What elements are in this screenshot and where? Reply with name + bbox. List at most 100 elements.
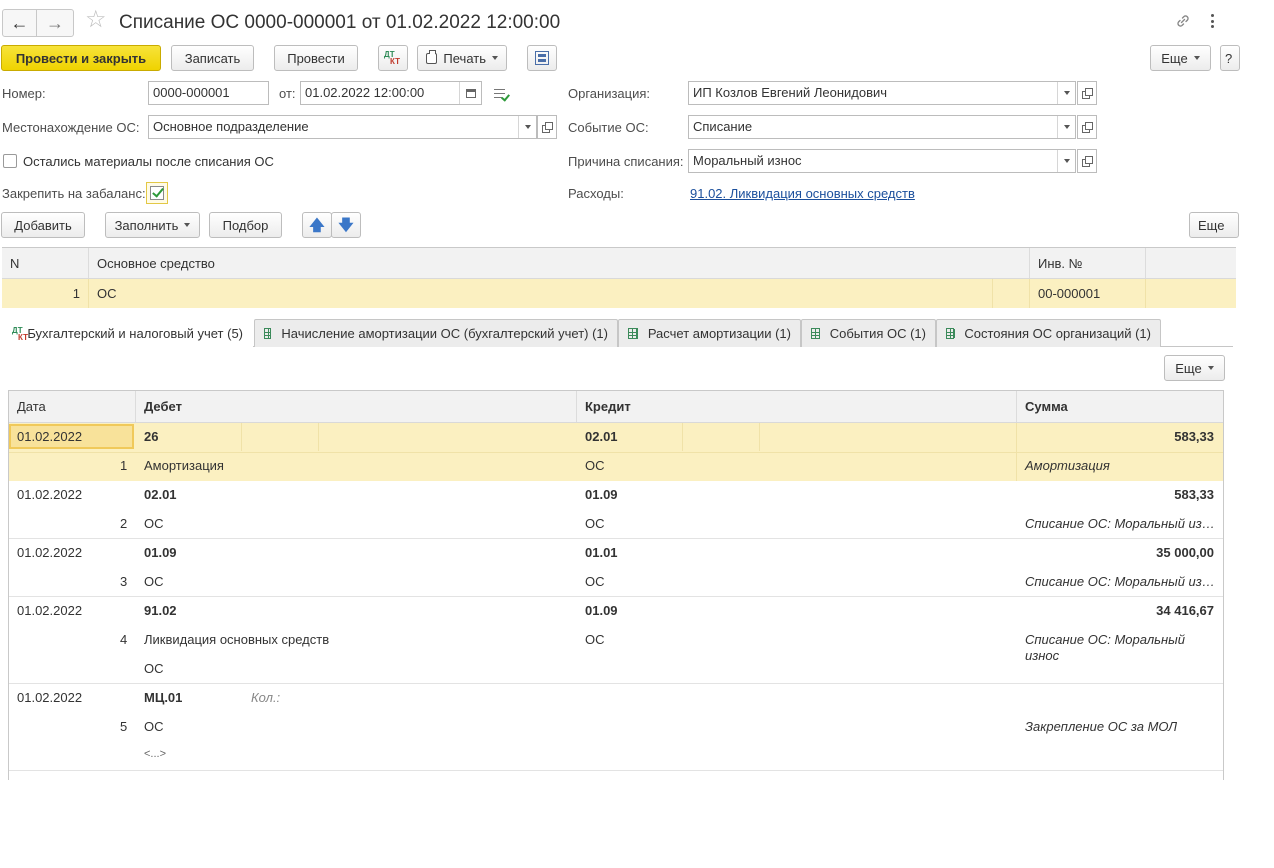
more-button[interactable]: Еще [1150, 45, 1211, 71]
posting-debit-qty: Кол.: [251, 690, 281, 705]
header-date[interactable]: Дата [9, 391, 135, 422]
help-button[interactable]: ? [1220, 45, 1240, 71]
forward-button[interactable]: → [38, 10, 72, 36]
print-label: Печать [443, 50, 486, 66]
header-debit[interactable]: Дебет [136, 391, 576, 422]
table-icon [811, 328, 820, 339]
tab-depreciation-accrual[interactable]: Начисление амортизации ОС (бухгалтерский… [254, 319, 618, 347]
location-open-button[interactable] [537, 115, 557, 139]
arrow-up-icon: 🡅 [309, 216, 325, 234]
org-dropdown[interactable] [1057, 82, 1075, 104]
posting-debit-sub: Ликвидация основных средств [144, 632, 330, 647]
event-label: Событие ОС: [568, 120, 649, 135]
table-icon [264, 328, 272, 339]
location-value: Основное подразделение [153, 119, 309, 134]
posting-n: 2 [120, 516, 128, 531]
row-inv: 00-000001 [1038, 286, 1101, 301]
offbalance-checkbox[interactable] [146, 182, 168, 204]
table-row[interactable]: 01.02.2022 МЦ.01 Кол.: 5 ОС <...> Закреп… [9, 684, 1223, 771]
date-field[interactable]: 01.02.2022 12:00:00 [300, 81, 482, 105]
header-sum[interactable]: Сумма [1017, 391, 1223, 422]
reason-open-button[interactable] [1077, 149, 1097, 173]
posting-content: Списание ОС: Моральный из… [1025, 574, 1215, 589]
table-row[interactable]: 01.02.2022 02.01 01.09 583,33 2 ОС ОС Сп… [9, 481, 1223, 539]
posting-sum: 34 416,67 [1156, 603, 1214, 618]
check-marks-icon[interactable] [494, 88, 512, 102]
materials-label: Остались материалы после списания ОС [23, 154, 274, 169]
tab-label: Расчет амортизации (1) [647, 326, 791, 341]
header-inv[interactable]: Инв. № [1030, 248, 1145, 278]
org-open-button[interactable] [1077, 81, 1097, 105]
link-icon[interactable] [1175, 13, 1191, 29]
table-row[interactable]: 01.02.2022 26 02.01 583,33 1 Амортизация… [9, 423, 1223, 481]
org-label: Организация: [568, 86, 651, 101]
location-dropdown[interactable] [518, 116, 536, 138]
expenses-link[interactable]: 91.02. Ликвидация основных средств [690, 186, 915, 201]
posting-debit-sub: ОС [144, 574, 164, 589]
move-down-button[interactable]: 🡇 [331, 212, 361, 238]
postings-table: Дата Дебет Кредит Сумма 01.02.2022 26 02… [8, 390, 1224, 780]
back-button[interactable]: ← [3, 10, 37, 36]
post-button[interactable]: Провести [274, 45, 358, 71]
posting-n: 3 [120, 574, 128, 589]
postings-header: Дата Дебет Кредит Сумма [9, 391, 1223, 423]
window-title: Списание ОС 0000-000001 от 01.02.2022 12… [119, 12, 561, 33]
posting-content: Амортизация [1025, 458, 1110, 473]
assets-table-header: N Основное средство Инв. № [2, 248, 1236, 279]
tab-depreciation-calc[interactable]: Расчет амортизации (1) [618, 319, 801, 347]
table-row[interactable]: 1 ОС 00-000001 [2, 279, 1236, 308]
arrow-left-icon: ← [10, 13, 29, 33]
post-and-close-button[interactable]: Провести и закрыть [1, 45, 161, 71]
number-field[interactable]: 0000-000001 [148, 81, 269, 105]
favorite-star-icon[interactable]: ☆ [85, 8, 107, 32]
tab-label: События ОС (1) [829, 326, 926, 341]
event-field[interactable]: Списание [688, 115, 1076, 139]
header-credit[interactable]: Кредит [577, 391, 1017, 422]
materials-checkbox[interactable] [3, 154, 17, 168]
posting-debit: МЦ.01 [144, 690, 183, 705]
print-button[interactable]: Печать [417, 45, 507, 71]
posting-debit: 91.02 [144, 603, 177, 618]
header-n[interactable]: N [2, 248, 88, 278]
posting-date: 01.02.2022 [17, 603, 83, 618]
posting-sum: 583,33 [1174, 429, 1214, 444]
chevron-down-icon [1207, 366, 1214, 370]
posting-sum: 35 000,00 [1156, 545, 1214, 560]
add-button[interactable]: Добавить [1, 212, 85, 238]
reason-field[interactable]: Моральный износ [688, 149, 1076, 173]
structure-button[interactable] [527, 45, 557, 71]
save-button[interactable]: Записать [171, 45, 254, 71]
reason-dropdown[interactable] [1057, 150, 1075, 172]
dt-kt-button[interactable]: ДТ КТ [378, 45, 408, 71]
table-row[interactable]: 01.02.2022 01.09 01.01 35 000,00 3 ОС ОС… [9, 539, 1223, 597]
more-vertical-icon[interactable] [1206, 12, 1218, 30]
move-up-button[interactable]: 🡅 [302, 212, 332, 238]
tab-accounting[interactable]: ДТ КТ Бухгалтерский и налоговый учет (5) [2, 319, 253, 347]
event-value: Списание [693, 119, 753, 134]
posting-debit-sub: ОС [144, 719, 164, 734]
chevron-down-icon [1193, 56, 1200, 60]
header-asset[interactable]: Основное средство [89, 248, 1029, 278]
event-dropdown[interactable] [1057, 116, 1075, 138]
calendar-icon[interactable] [459, 82, 481, 104]
tab-states[interactable]: Состояния ОС организаций (1) [936, 319, 1161, 347]
tab-label: Состояния ОС организаций (1) [964, 326, 1151, 341]
location-field[interactable]: Основное подразделение [148, 115, 537, 139]
reason-label: Причина списания: [568, 154, 684, 169]
table-more-button[interactable]: Еще [1189, 212, 1239, 238]
select-button[interactable]: Подбор [209, 212, 282, 238]
table-icon [628, 328, 638, 339]
postings-more-button[interactable]: Еще [1164, 355, 1225, 381]
posting-date: 01.02.2022 [17, 487, 83, 502]
chevron-down-icon [1063, 125, 1070, 129]
event-open-button[interactable] [1077, 115, 1097, 139]
table-row[interactable]: 01.02.2022 91.02 01.09 34 416,67 4 Ликви… [9, 597, 1223, 684]
tab-events[interactable]: События ОС (1) [801, 319, 936, 347]
open-window-icon [1082, 122, 1093, 133]
org-field[interactable]: ИП Козлов Евгений Леонидович [688, 81, 1076, 105]
chevron-down-icon [1063, 91, 1070, 95]
fill-button[interactable]: Заполнить [105, 212, 200, 238]
posting-date: 01.02.2022 [17, 429, 83, 444]
posting-credit: 01.01 [585, 545, 618, 560]
posting-credit-sub: ОС [585, 632, 605, 647]
